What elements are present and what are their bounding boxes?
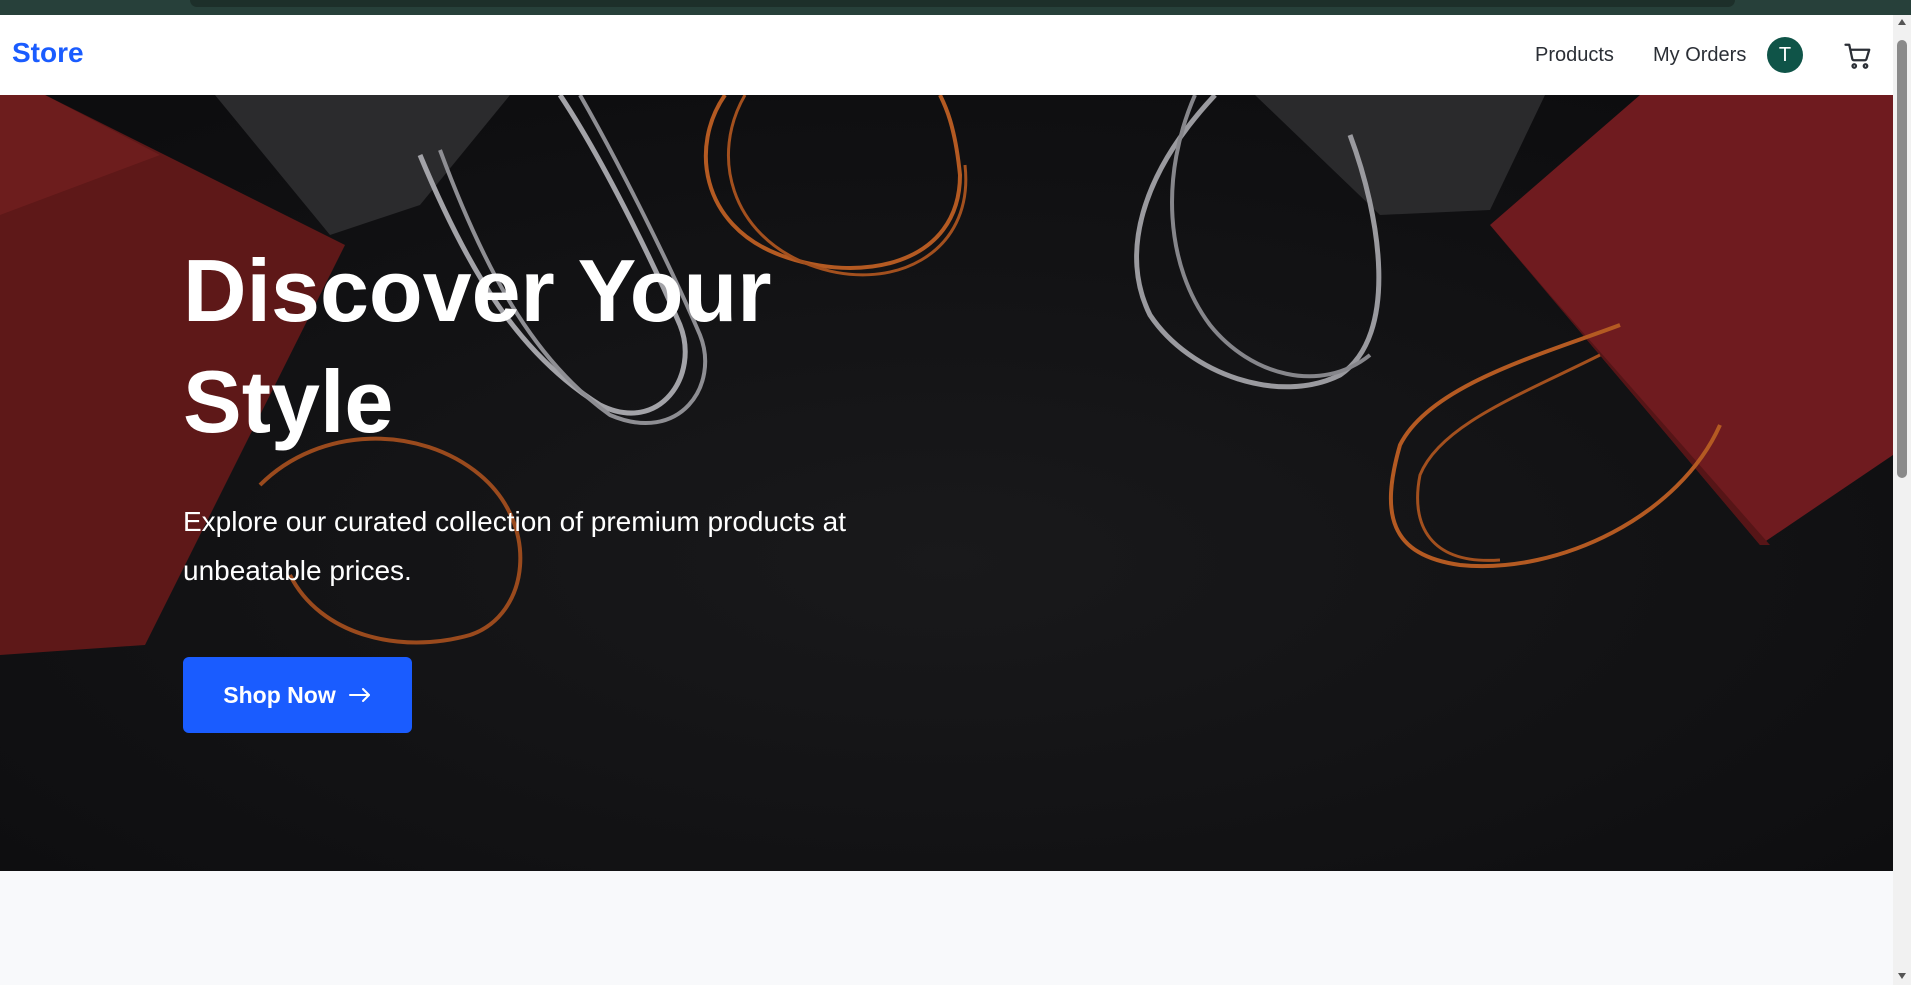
hero-title: Discover Your Style	[183, 241, 772, 451]
nav-link-my-orders[interactable]: My Orders	[1653, 44, 1746, 67]
hero-subtitle: Explore our curated collection of premiu…	[183, 506, 846, 586]
shopping-cart-icon[interactable]	[1843, 41, 1873, 71]
user-avatar[interactable]: T	[1767, 37, 1803, 73]
scrollbar-thumb[interactable]	[1897, 40, 1907, 478]
brand-logo[interactable]: Store	[12, 37, 84, 69]
nav-link-products[interactable]: Products	[1535, 44, 1614, 67]
scroll-down-arrow-icon[interactable]	[1898, 973, 1906, 979]
hero-background-image	[0, 95, 1893, 871]
shop-now-button[interactable]: Shop Now	[183, 657, 412, 733]
arrow-right-icon	[348, 686, 372, 704]
top-navbar: Store Products My Orders T	[0, 15, 1893, 95]
page-scrollbar[interactable]	[1893, 15, 1911, 985]
scroll-up-arrow-icon[interactable]	[1898, 19, 1906, 25]
browser-top-strip	[0, 0, 1911, 15]
shop-now-label: Shop Now	[223, 681, 336, 708]
hero-banner: Discover Your Style Explore our curated …	[0, 95, 1893, 871]
browser-top-bar	[190, 0, 1735, 7]
